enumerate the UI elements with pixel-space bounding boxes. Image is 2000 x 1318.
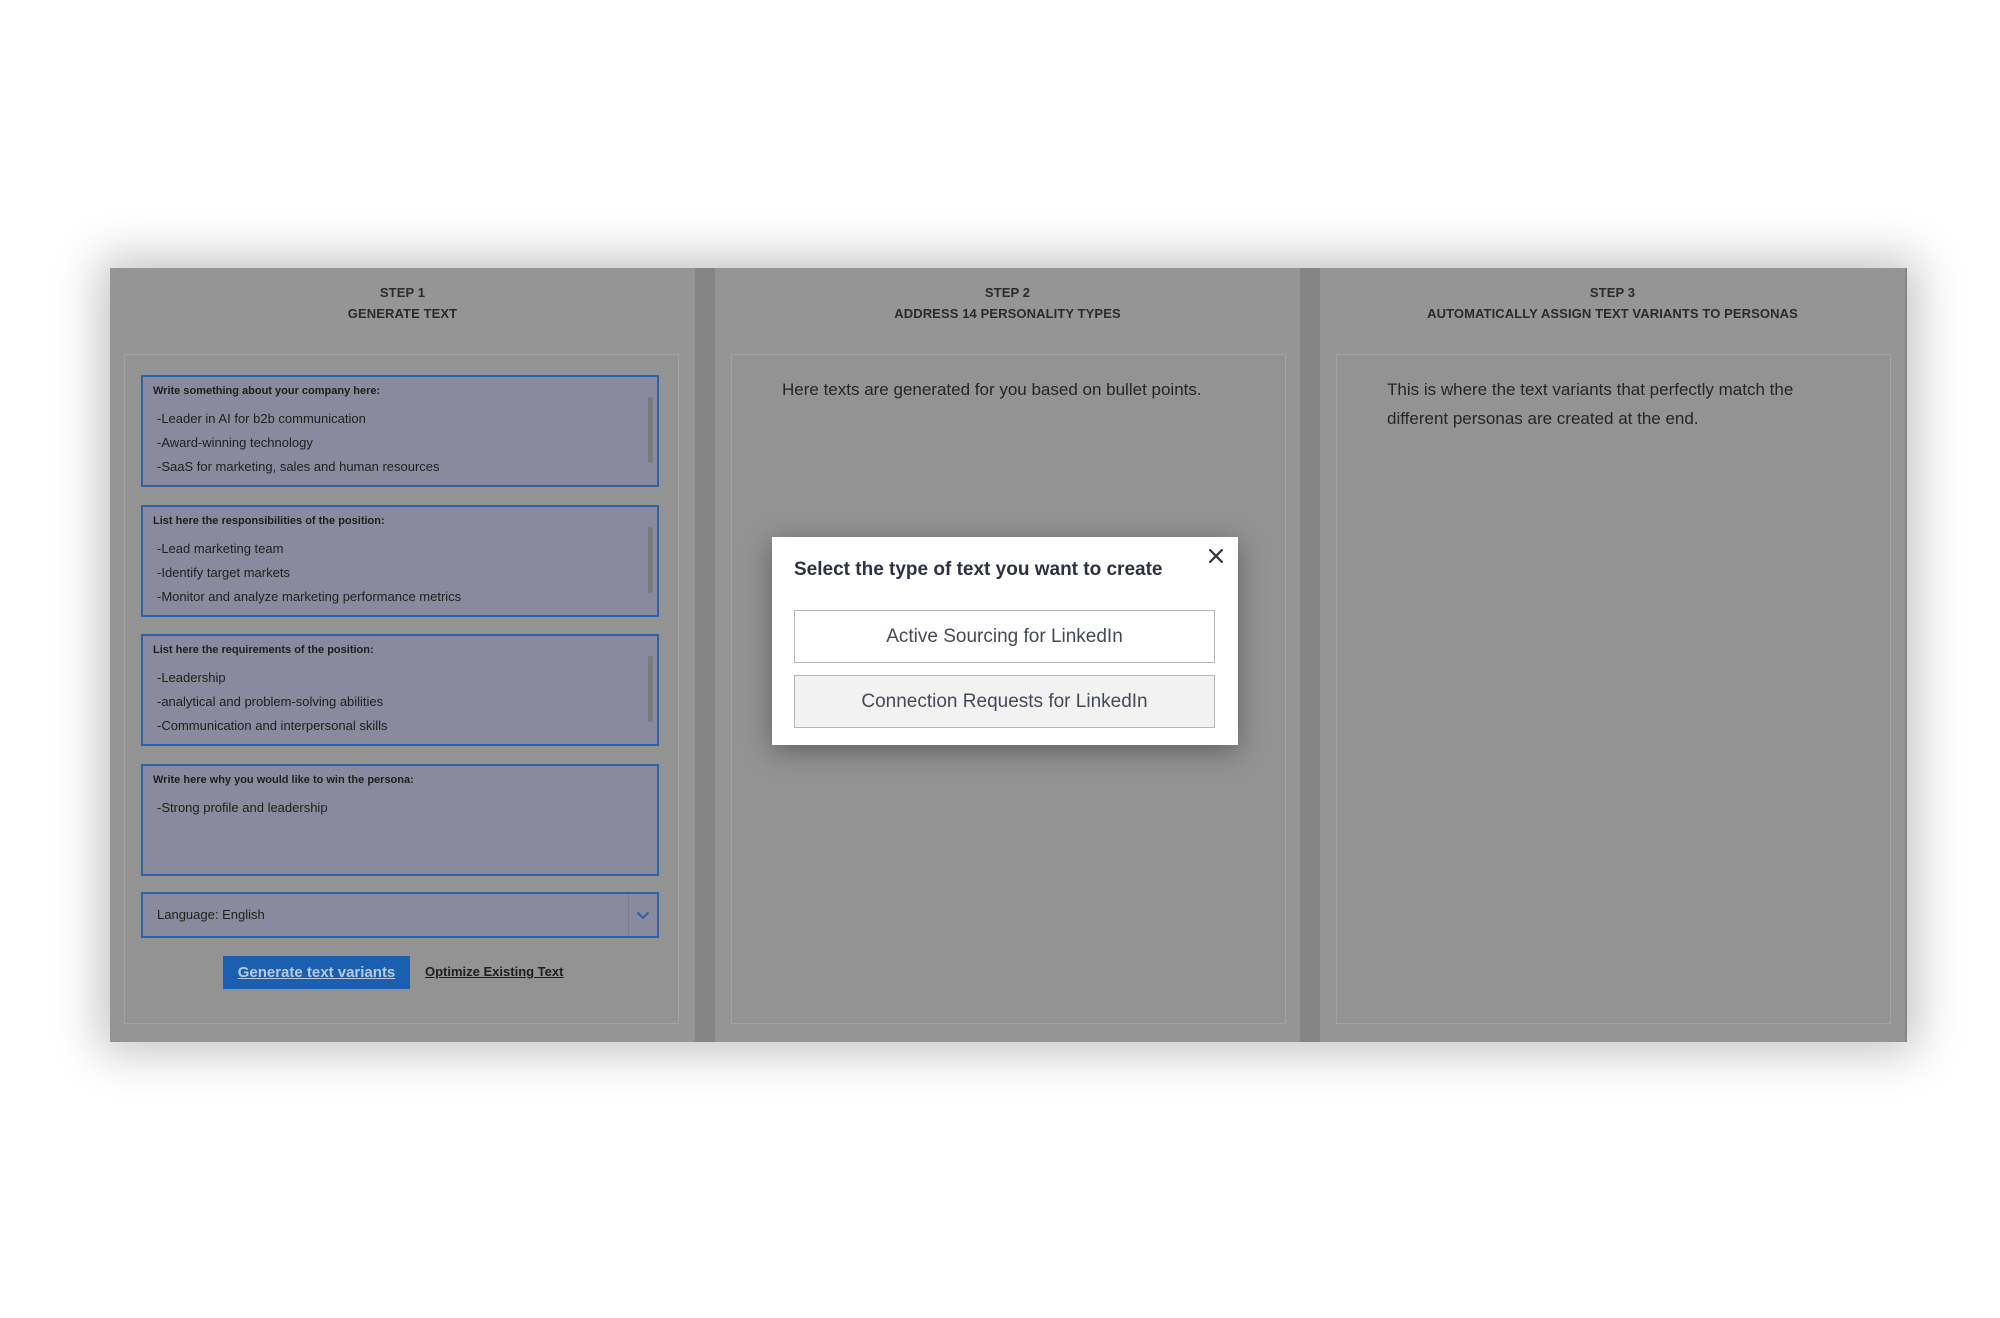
generate-text-variants-button[interactable]: Generate text variants: [223, 956, 410, 989]
step1-label: STEP 1: [379, 285, 426, 300]
language-select-value: Language: English: [157, 907, 265, 922]
step2-title: ADDRESS 14 PERSONALITY TYPES: [894, 306, 1121, 321]
persona-reason-field-label: Write here why you would like to win the…: [153, 774, 414, 786]
step1-header: STEP 1 GENERATE TEXT: [110, 282, 695, 324]
step3-output-area: This is where the text variants that per…: [1336, 354, 1891, 1024]
text-type-modal: Select the type of text you want to crea…: [772, 537, 1238, 745]
optimize-existing-text-link[interactable]: Optimize Existing Text: [425, 964, 563, 979]
page: STEP 1 GENERATE TEXT Write something abo…: [0, 0, 2000, 1318]
step3-description: This is where the text variants that per…: [1387, 380, 1794, 428]
responsibilities-field-label: List here the responsibilities of the po…: [153, 515, 385, 527]
requirements-line: -analytical and problem-solving abilitie…: [157, 694, 384, 709]
requirements-line: -Leadership: [157, 670, 226, 685]
language-select[interactable]: Language: English: [141, 892, 659, 938]
step3-column: STEP 3 AUTOMATICALLY ASSIGN TEXT VARIANT…: [1320, 268, 1905, 1042]
step3-title: AUTOMATICALLY ASSIGN TEXT VARIANTS TO PE…: [1427, 306, 1798, 321]
responsibilities-line: -Lead marketing team: [157, 541, 284, 556]
company-line: -Award-winning technology: [157, 435, 313, 450]
step1-column: STEP 1 GENERATE TEXT Write something abo…: [110, 268, 695, 1042]
company-line: -Leader in AI for b2b communication: [157, 411, 366, 426]
requirements-field[interactable]: List here the requirements of the positi…: [141, 634, 659, 746]
active-sourcing-linkedin-button[interactable]: Active Sourcing for LinkedIn: [794, 610, 1215, 663]
persona-reason-field[interactable]: Write here why you would like to win the…: [141, 764, 659, 876]
step3-label: STEP 3: [1589, 285, 1636, 300]
company-field-label: Write something about your company here:: [153, 385, 381, 397]
step1-form: Write something about your company here:…: [124, 354, 679, 1024]
close-icon[interactable]: [1202, 542, 1230, 570]
company-field-scrollbar[interactable]: [648, 397, 653, 463]
modal-title: Select the type of text you want to crea…: [794, 559, 1163, 580]
step1-title: GENERATE TEXT: [347, 306, 458, 321]
responsibilities-field-scrollbar[interactable]: [648, 527, 653, 593]
requirements-line: -Communication and interpersonal skills: [157, 718, 388, 733]
responsibilities-line: -Monitor and analyze marketing performan…: [157, 589, 462, 604]
step2-header: STEP 2 ADDRESS 14 PERSONALITY TYPES: [715, 282, 1300, 324]
responsibilities-field[interactable]: List here the responsibilities of the po…: [141, 505, 659, 617]
requirements-field-scrollbar[interactable]: [648, 656, 653, 722]
company-field[interactable]: Write something about your company here:…: [141, 375, 659, 487]
persona-reason-line: -Strong profile and leadership: [157, 800, 328, 815]
chevron-down-icon[interactable]: [628, 894, 657, 936]
responsibilities-line: -Identify target markets: [157, 565, 290, 580]
step3-header: STEP 3 AUTOMATICALLY ASSIGN TEXT VARIANT…: [1320, 282, 1905, 324]
step2-description: Here texts are generated for you based o…: [782, 380, 1202, 399]
connection-requests-linkedin-button[interactable]: Connection Requests for LinkedIn: [794, 675, 1215, 728]
requirements-field-label: List here the requirements of the positi…: [153, 644, 374, 656]
step2-label: STEP 2: [984, 285, 1031, 300]
company-line: -SaaS for marketing, sales and human res…: [157, 459, 440, 474]
